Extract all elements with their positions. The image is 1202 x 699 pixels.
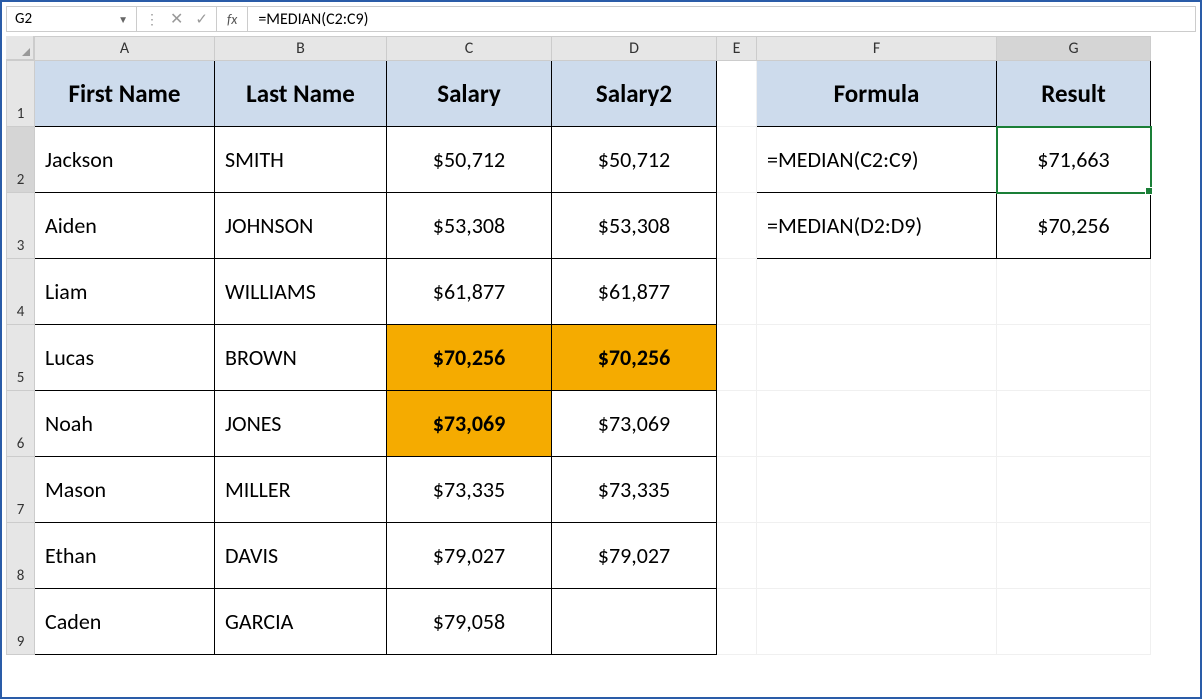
cell-D3[interactable]: $53,308: [552, 193, 717, 259]
cell-F8[interactable]: [757, 523, 997, 589]
cell-E4[interactable]: [717, 259, 757, 325]
cell-E7[interactable]: [717, 457, 757, 523]
fx-label: fx: [227, 11, 237, 28]
cell-C9[interactable]: $79,058: [387, 589, 552, 655]
cell-E3[interactable]: [717, 193, 757, 259]
formula-input[interactable]: =MEDIAN(C2:C9): [248, 7, 1195, 31]
cell-A7[interactable]: Mason: [35, 457, 215, 523]
cell-D1[interactable]: Salary2: [552, 61, 717, 127]
cell-D9[interactable]: [552, 589, 717, 655]
cell-B5[interactable]: BROWN: [215, 325, 387, 391]
cell-E9[interactable]: [717, 589, 757, 655]
cell-G6[interactable]: [997, 391, 1151, 457]
cell-C7[interactable]: $73,335: [387, 457, 552, 523]
row-header-6[interactable]: 6: [7, 391, 35, 457]
cell-C6[interactable]: $73,069: [387, 391, 552, 457]
col-header-F[interactable]: F: [757, 37, 997, 61]
cell-G2[interactable]: $71,663: [997, 127, 1151, 193]
cell-C3[interactable]: $53,308: [387, 193, 552, 259]
cell-G7[interactable]: [997, 457, 1151, 523]
cell-D5[interactable]: $70,256: [552, 325, 717, 391]
name-box-value: G2: [15, 10, 32, 28]
cell-F1[interactable]: Formula: [757, 61, 997, 127]
cell-F7[interactable]: [757, 457, 997, 523]
col-header-D[interactable]: D: [552, 37, 717, 61]
enter-icon[interactable]: ✓: [195, 10, 208, 29]
cell-D6[interactable]: $73,069: [552, 391, 717, 457]
cell-G3[interactable]: $70,256: [997, 193, 1151, 259]
cell-C2[interactable]: $50,712: [387, 127, 552, 193]
cell-B1[interactable]: Last Name: [215, 61, 387, 127]
cell-F9[interactable]: [757, 589, 997, 655]
cell-C1[interactable]: Salary: [387, 61, 552, 127]
row-header-5[interactable]: 5: [7, 325, 35, 391]
cell-B2[interactable]: SMITH: [215, 127, 387, 193]
cell-B8[interactable]: DAVIS: [215, 523, 387, 589]
cell-E8[interactable]: [717, 523, 757, 589]
col-header-C[interactable]: C: [387, 37, 552, 61]
cell-D7[interactable]: $73,335: [552, 457, 717, 523]
cell-B4[interactable]: WILLIAMS: [215, 259, 387, 325]
cell-F3[interactable]: =MEDIAN(D2:D9): [757, 193, 997, 259]
chevron-down-icon[interactable]: ▼: [118, 13, 128, 26]
cell-D4[interactable]: $61,877: [552, 259, 717, 325]
cell-A5[interactable]: Lucas: [35, 325, 215, 391]
row-header-1[interactable]: 1: [7, 61, 35, 127]
expand-icon[interactable]: ⋮: [145, 11, 158, 28]
cell-G5[interactable]: [997, 325, 1151, 391]
cell-G9[interactable]: [997, 589, 1151, 655]
cell-C4[interactable]: $61,877: [387, 259, 552, 325]
row-header-7[interactable]: 7: [7, 457, 35, 523]
cell-F4[interactable]: [757, 259, 997, 325]
row-header-2[interactable]: 2: [7, 127, 35, 193]
cell-B6[interactable]: JONES: [215, 391, 387, 457]
grid-table: A B C D E F G 1 First Name Last Name Sal…: [6, 36, 1151, 655]
cell-E6[interactable]: [717, 391, 757, 457]
col-header-B[interactable]: B: [215, 37, 387, 61]
cell-B9[interactable]: GARCIA: [215, 589, 387, 655]
select-all-corner[interactable]: [6, 36, 34, 60]
cancel-icon[interactable]: ✕: [170, 9, 183, 29]
cell-B3[interactable]: JOHNSON: [215, 193, 387, 259]
formula-bar: G2 ▼ ⋮ ✕ ✓ fx =MEDIAN(C2:C9): [6, 6, 1196, 32]
cell-F6[interactable]: [757, 391, 997, 457]
cell-D8[interactable]: $79,027: [552, 523, 717, 589]
cell-C8[interactable]: $79,027: [387, 523, 552, 589]
cell-A3[interactable]: Aiden: [35, 193, 215, 259]
cell-A2[interactable]: Jackson: [35, 127, 215, 193]
cell-A8[interactable]: Ethan: [35, 523, 215, 589]
row-header-4[interactable]: 4: [7, 259, 35, 325]
col-header-G[interactable]: G: [997, 37, 1151, 61]
col-header-A[interactable]: A: [35, 37, 215, 61]
row-header-3[interactable]: 3: [7, 193, 35, 259]
cell-D2[interactable]: $50,712: [552, 127, 717, 193]
cell-F5[interactable]: [757, 325, 997, 391]
spreadsheet-grid: A B C D E F G 1 First Name Last Name Sal…: [6, 36, 1196, 655]
cell-B7[interactable]: MILLER: [215, 457, 387, 523]
cell-E1[interactable]: [717, 61, 757, 127]
row-header-8[interactable]: 8: [7, 523, 35, 589]
cell-A6[interactable]: Noah: [35, 391, 215, 457]
cell-C5[interactable]: $70,256: [387, 325, 552, 391]
cell-A1[interactable]: First Name: [35, 61, 215, 127]
cell-G8[interactable]: [997, 523, 1151, 589]
formula-value: =MEDIAN(C2:C9): [258, 10, 368, 29]
cell-F2[interactable]: =MEDIAN(C2:C9): [757, 127, 997, 193]
cell-G4[interactable]: [997, 259, 1151, 325]
cell-A9[interactable]: Caden: [35, 589, 215, 655]
cell-E5[interactable]: [717, 325, 757, 391]
cell-G1[interactable]: Result: [997, 61, 1151, 127]
insert-function-button[interactable]: fx: [217, 7, 248, 31]
cell-A4[interactable]: Liam: [35, 259, 215, 325]
row-header-9[interactable]: 9: [7, 589, 35, 655]
name-box[interactable]: G2 ▼: [7, 7, 137, 31]
formula-bar-buttons: ⋮ ✕ ✓: [137, 7, 217, 31]
col-header-E[interactable]: E: [717, 37, 757, 61]
cell-E2[interactable]: [717, 127, 757, 193]
